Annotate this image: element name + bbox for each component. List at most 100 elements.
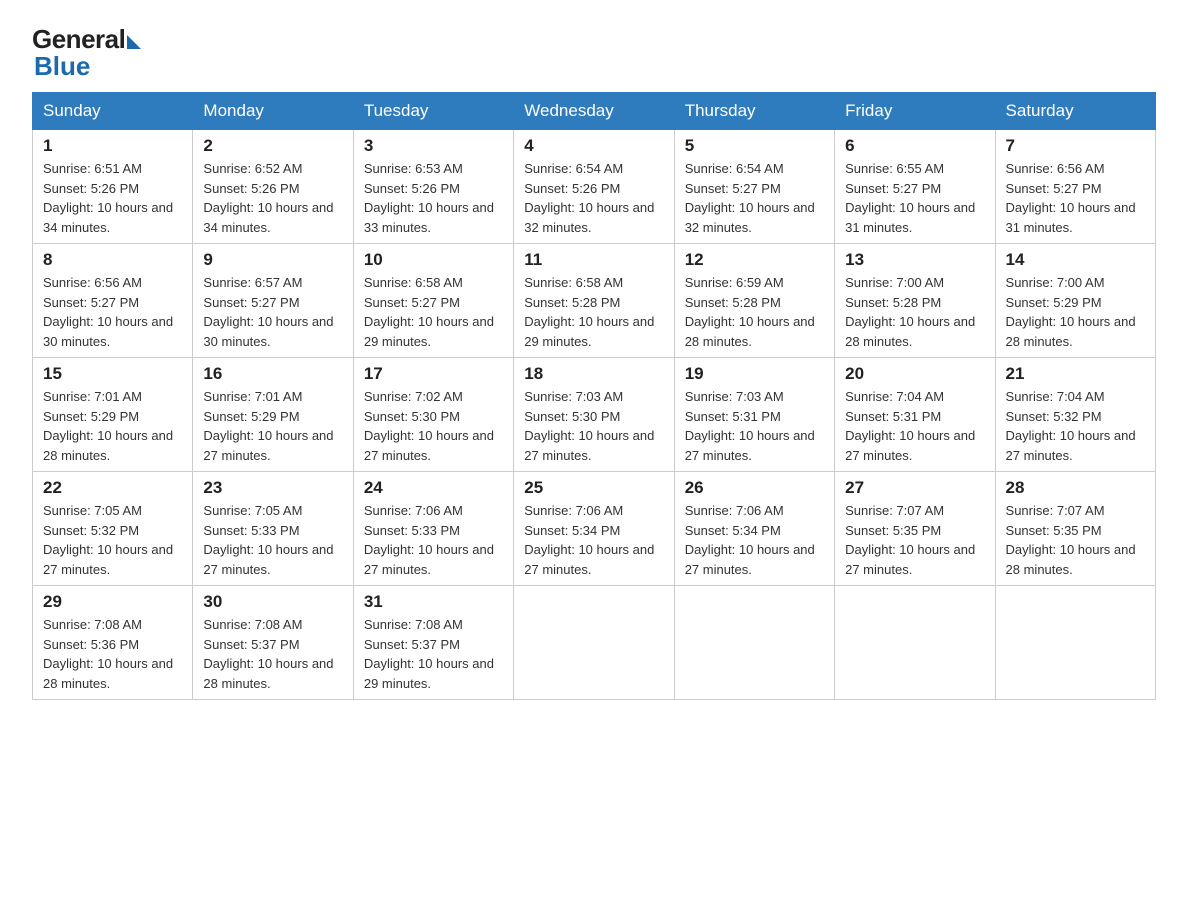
day-number: 30 <box>203 592 342 612</box>
day-number: 11 <box>524 250 663 270</box>
logo: General Blue <box>32 24 141 82</box>
weekday-header-row: SundayMondayTuesdayWednesdayThursdayFrid… <box>33 93 1156 130</box>
day-number: 13 <box>845 250 984 270</box>
day-number: 28 <box>1006 478 1145 498</box>
day-number: 24 <box>364 478 503 498</box>
day-info: Sunrise: 6:54 AMSunset: 5:26 PMDaylight:… <box>524 159 663 237</box>
day-number: 8 <box>43 250 182 270</box>
day-number: 22 <box>43 478 182 498</box>
day-number: 12 <box>685 250 824 270</box>
calendar-cell: 23 Sunrise: 7:05 AMSunset: 5:33 PMDayligh… <box>193 472 353 586</box>
weekday-header-sunday: Sunday <box>33 93 193 130</box>
day-number: 9 <box>203 250 342 270</box>
calendar-cell: 28 Sunrise: 7:07 AMSunset: 5:35 PMDayligh… <box>995 472 1155 586</box>
day-info: Sunrise: 7:03 AMSunset: 5:31 PMDaylight:… <box>685 387 824 465</box>
calendar-cell <box>674 586 834 700</box>
day-info: Sunrise: 7:04 AMSunset: 5:32 PMDaylight:… <box>1006 387 1145 465</box>
calendar-cell: 19 Sunrise: 7:03 AMSunset: 5:31 PMDayligh… <box>674 358 834 472</box>
day-number: 25 <box>524 478 663 498</box>
day-number: 3 <box>364 136 503 156</box>
day-number: 16 <box>203 364 342 384</box>
calendar-cell: 9 Sunrise: 6:57 AMSunset: 5:27 PMDaylight… <box>193 244 353 358</box>
calendar-cell: 3 Sunrise: 6:53 AMSunset: 5:26 PMDaylight… <box>353 130 513 244</box>
day-number: 4 <box>524 136 663 156</box>
day-number: 26 <box>685 478 824 498</box>
logo-blue-text: Blue <box>32 51 90 82</box>
day-info: Sunrise: 6:57 AMSunset: 5:27 PMDaylight:… <box>203 273 342 351</box>
calendar-cell: 20 Sunrise: 7:04 AMSunset: 5:31 PMDayligh… <box>835 358 995 472</box>
calendar-cell: 7 Sunrise: 6:56 AMSunset: 5:27 PMDaylight… <box>995 130 1155 244</box>
weekday-header-wednesday: Wednesday <box>514 93 674 130</box>
day-number: 27 <box>845 478 984 498</box>
weekday-header-saturday: Saturday <box>995 93 1155 130</box>
day-number: 5 <box>685 136 824 156</box>
day-info: Sunrise: 7:03 AMSunset: 5:30 PMDaylight:… <box>524 387 663 465</box>
calendar-cell: 31 Sunrise: 7:08 AMSunset: 5:37 PMDayligh… <box>353 586 513 700</box>
day-number: 2 <box>203 136 342 156</box>
day-info: Sunrise: 7:08 AMSunset: 5:36 PMDaylight:… <box>43 615 182 693</box>
day-number: 18 <box>524 364 663 384</box>
calendar-cell: 17 Sunrise: 7:02 AMSunset: 5:30 PMDayligh… <box>353 358 513 472</box>
day-info: Sunrise: 6:59 AMSunset: 5:28 PMDaylight:… <box>685 273 824 351</box>
calendar-cell: 12 Sunrise: 6:59 AMSunset: 5:28 PMDayligh… <box>674 244 834 358</box>
calendar-cell: 29 Sunrise: 7:08 AMSunset: 5:36 PMDayligh… <box>33 586 193 700</box>
day-info: Sunrise: 6:58 AMSunset: 5:27 PMDaylight:… <box>364 273 503 351</box>
calendar-cell: 22 Sunrise: 7:05 AMSunset: 5:32 PMDayligh… <box>33 472 193 586</box>
calendar-cell: 10Sunrise: 6:58 AMSunset: 5:27 PMDayligh… <box>353 244 513 358</box>
calendar-cell <box>514 586 674 700</box>
day-info: Sunrise: 7:01 AMSunset: 5:29 PMDaylight:… <box>43 387 182 465</box>
week-row-2: 8 Sunrise: 6:56 AMSunset: 5:27 PMDaylight… <box>33 244 1156 358</box>
day-info: Sunrise: 6:52 AMSunset: 5:26 PMDaylight:… <box>203 159 342 237</box>
calendar-table: SundayMondayTuesdayWednesdayThursdayFrid… <box>32 92 1156 700</box>
day-info: Sunrise: 7:07 AMSunset: 5:35 PMDaylight:… <box>1006 501 1145 579</box>
calendar-cell: 30Sunrise: 7:08 AMSunset: 5:37 PMDayligh… <box>193 586 353 700</box>
day-number: 6 <box>845 136 984 156</box>
weekday-header-monday: Monday <box>193 93 353 130</box>
calendar-cell <box>835 586 995 700</box>
day-info: Sunrise: 6:54 AMSunset: 5:27 PMDaylight:… <box>685 159 824 237</box>
day-info: Sunrise: 7:05 AMSunset: 5:33 PMDaylight:… <box>203 501 342 579</box>
day-info: Sunrise: 6:51 AMSunset: 5:26 PMDaylight:… <box>43 159 182 237</box>
day-info: Sunrise: 7:00 AMSunset: 5:28 PMDaylight:… <box>845 273 984 351</box>
day-info: Sunrise: 7:00 AMSunset: 5:29 PMDaylight:… <box>1006 273 1145 351</box>
day-info: Sunrise: 7:05 AMSunset: 5:32 PMDaylight:… <box>43 501 182 579</box>
day-number: 29 <box>43 592 182 612</box>
day-info: Sunrise: 7:04 AMSunset: 5:31 PMDaylight:… <box>845 387 984 465</box>
day-info: Sunrise: 7:08 AMSunset: 5:37 PMDaylight:… <box>364 615 503 693</box>
day-number: 14 <box>1006 250 1145 270</box>
day-info: Sunrise: 7:02 AMSunset: 5:30 PMDaylight:… <box>364 387 503 465</box>
calendar-cell: 5 Sunrise: 6:54 AMSunset: 5:27 PMDaylight… <box>674 130 834 244</box>
weekday-header-tuesday: Tuesday <box>353 93 513 130</box>
calendar-cell: 1Sunrise: 6:51 AMSunset: 5:26 PMDaylight… <box>33 130 193 244</box>
calendar-cell: 27Sunrise: 7:07 AMSunset: 5:35 PMDayligh… <box>835 472 995 586</box>
day-info: Sunrise: 6:55 AMSunset: 5:27 PMDaylight:… <box>845 159 984 237</box>
weekday-header-thursday: Thursday <box>674 93 834 130</box>
weekday-header-friday: Friday <box>835 93 995 130</box>
day-number: 7 <box>1006 136 1145 156</box>
page-header: General Blue <box>32 24 1156 82</box>
calendar-cell: 8 Sunrise: 6:56 AMSunset: 5:27 PMDaylight… <box>33 244 193 358</box>
logo-triangle-icon <box>127 35 141 49</box>
week-row-1: 1Sunrise: 6:51 AMSunset: 5:26 PMDaylight… <box>33 130 1156 244</box>
calendar-cell: 11Sunrise: 6:58 AMSunset: 5:28 PMDayligh… <box>514 244 674 358</box>
day-number: 20 <box>845 364 984 384</box>
week-row-3: 15Sunrise: 7:01 AMSunset: 5:29 PMDayligh… <box>33 358 1156 472</box>
calendar-cell: 16Sunrise: 7:01 AMSunset: 5:29 PMDayligh… <box>193 358 353 472</box>
day-info: Sunrise: 6:56 AMSunset: 5:27 PMDaylight:… <box>1006 159 1145 237</box>
week-row-4: 22 Sunrise: 7:05 AMSunset: 5:32 PMDayligh… <box>33 472 1156 586</box>
day-info: Sunrise: 7:06 AMSunset: 5:34 PMDaylight:… <box>685 501 824 579</box>
calendar-cell: 21 Sunrise: 7:04 AMSunset: 5:32 PMDayligh… <box>995 358 1155 472</box>
calendar-cell: 2 Sunrise: 6:52 AMSunset: 5:26 PMDaylight… <box>193 130 353 244</box>
day-number: 21 <box>1006 364 1145 384</box>
day-info: Sunrise: 7:06 AMSunset: 5:33 PMDaylight:… <box>364 501 503 579</box>
calendar-cell: 26 Sunrise: 7:06 AMSunset: 5:34 PMDayligh… <box>674 472 834 586</box>
calendar-cell: 18 Sunrise: 7:03 AMSunset: 5:30 PMDayligh… <box>514 358 674 472</box>
day-info: Sunrise: 6:53 AMSunset: 5:26 PMDaylight:… <box>364 159 503 237</box>
day-number: 31 <box>364 592 503 612</box>
day-info: Sunrise: 6:56 AMSunset: 5:27 PMDaylight:… <box>43 273 182 351</box>
calendar-cell: 15Sunrise: 7:01 AMSunset: 5:29 PMDayligh… <box>33 358 193 472</box>
day-number: 19 <box>685 364 824 384</box>
calendar-cell: 25Sunrise: 7:06 AMSunset: 5:34 PMDayligh… <box>514 472 674 586</box>
day-number: 23 <box>203 478 342 498</box>
day-number: 17 <box>364 364 503 384</box>
